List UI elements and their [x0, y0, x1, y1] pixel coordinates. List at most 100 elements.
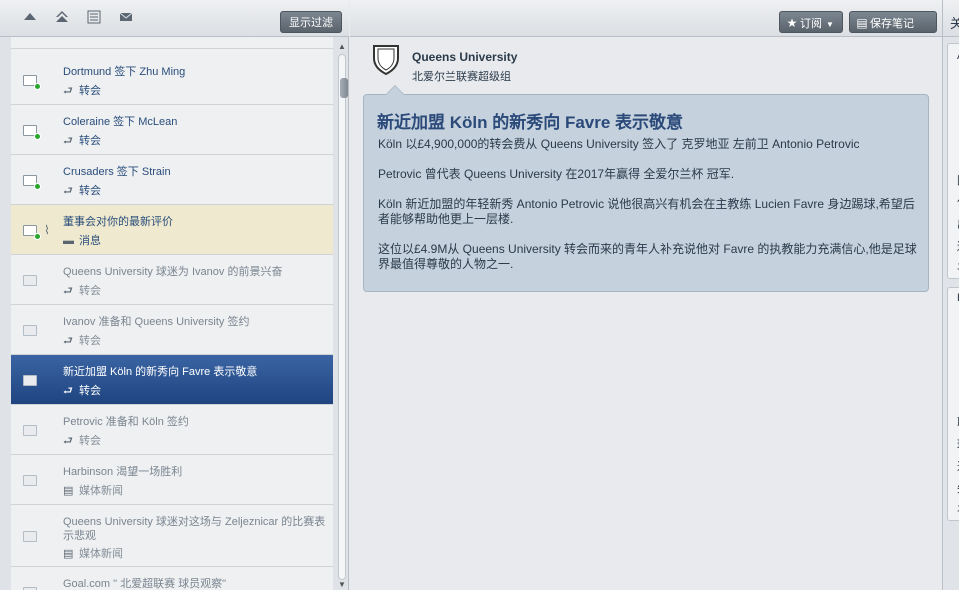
club-league[interactable]: 北爱尔兰联赛超级组 [412, 68, 511, 84]
show-filter-button[interactable]: 显示过滤 [280, 11, 342, 33]
transfer-icon: ⮐ [63, 435, 73, 447]
read-envelope-icon [23, 425, 37, 436]
side-panel-header: 关 [943, 0, 959, 37]
unread-envelope-icon [23, 225, 41, 240]
note-icon: ▤ [856, 16, 868, 30]
unread-envelope-icon [23, 125, 41, 140]
message-category: ⮐ 转会 [63, 432, 101, 451]
message-category-label: 消息 [79, 235, 101, 247]
transfer-icon: ⮐ [63, 385, 73, 397]
newspaper-icon: ▤ [63, 548, 74, 560]
message-icon: ▬ [63, 235, 74, 247]
new-indicator-dot [34, 83, 41, 90]
save-note-button[interactable]: ▤ 保存笔记 [849, 11, 937, 33]
subscribe-button[interactable]: ★ 订阅 ▼ [779, 11, 843, 33]
read-envelope-icon [23, 475, 37, 486]
message-row[interactable]: Ivanov 准备和 Queens University 签约 ⮐ 转会 [11, 305, 333, 355]
unread-envelope-icon [23, 175, 41, 190]
news-paragraph: Petrovic 曾代表 Queens University 在2017年赢得 … [378, 167, 735, 181]
news-paragraph: 这位以£4.9M从 Queens University 转会而来的青年人补充说他… [378, 242, 917, 271]
message-category: ⮐ 转会 [63, 382, 101, 401]
paperclip-icon: ⌇ [44, 223, 50, 237]
message-category-label: 转会 [79, 285, 101, 297]
message-category: ⮐ 转会 [63, 82, 101, 101]
message-category: ▬ 消息 [63, 232, 101, 248]
side-panel-title: 关 [950, 13, 959, 32]
double-arrow-up-icon[interactable] [53, 10, 71, 28]
message-row[interactable]: 球队报告 [11, 37, 333, 49]
read-envelope-icon [23, 375, 37, 386]
transfer-icon: ⮐ [63, 185, 73, 197]
read-envelope-icon [23, 531, 37, 542]
arrow-up-icon[interactable] [21, 10, 39, 28]
message-category: ⮐ 转会 [63, 332, 101, 351]
message-category: ⮐ 转会 [63, 132, 101, 151]
message-category: ▤ 媒体新闻 [63, 482, 123, 498]
inbox-toolbar: 显示过滤 [0, 0, 349, 37]
new-indicator-dot [34, 233, 41, 240]
message-title: Queens University 球迷对这场与 Zeljeznicar 的比赛… [63, 516, 326, 542]
message-title: Petrovic 准备和 Köln 签约 [63, 416, 189, 428]
news-toolbar: ★ 订阅 ▼ ▤ 保存笔记 [350, 0, 942, 37]
scroll-thumb[interactable] [340, 78, 348, 98]
scroll-track[interactable] [338, 54, 348, 580]
message-title: Crusaders 签下 Strain [63, 166, 171, 178]
message-row[interactable]: Crusaders 签下 Strain ⮐ 转会 [11, 155, 333, 205]
news-paragraph: Köln 新近加盟的年轻新秀 Antonio Petrovic 说他很高兴有机会… [378, 197, 915, 226]
message-category-label: 媒体新闻 [79, 548, 123, 560]
read-envelope-icon [23, 275, 37, 286]
message-row[interactable]: Queens University 球迷对这场与 Zeljeznicar 的比赛… [11, 505, 333, 567]
news-headline: 新近加盟 Köln 的新秀向 Favre 表示敬意 [377, 113, 684, 132]
message-title: Dortmund 签下 Zhu Ming [63, 66, 186, 78]
message-row[interactable]: ⌇ 董事会对你的最新评价 ▬ 消息 [11, 205, 333, 255]
message-row[interactable]: Petrovic 准备和 Köln 签约 ⮐ 转会 [11, 405, 333, 455]
message-category-label: 转会 [79, 135, 101, 147]
message-row[interactable]: Coleraine 签下 McLean ⮐ 转会 [11, 105, 333, 155]
message-category-label: 转会 [79, 335, 101, 347]
message-category-label: 转会 [79, 435, 101, 447]
side-panel-card: K 联 球 进 失 平 [947, 287, 959, 521]
message-list-scrollbar[interactable]: ▲ ▼ [337, 42, 348, 590]
news-paragraph: Köln 以£4,900,000的转会费从 Queens University … [378, 137, 860, 151]
message-category-label: 媒体新闻 [79, 485, 123, 497]
message-row[interactable]: 新近加盟 Köln 的新秀向 Favre 表示敬意 ⮐ 转会 [11, 355, 333, 405]
subscribe-label: 订阅 [800, 18, 822, 30]
card-notch-inner [386, 86, 404, 95]
message-row[interactable]: Goal.com " 北爱超联赛 球员观察" [11, 567, 333, 590]
message-title: Queens University 球迷为 Ivanov 的前景兴奋 [63, 266, 283, 278]
side-info-panel: 关 A 国 位 出 迷 平 K 联 球 进 失 平 [942, 0, 959, 590]
message-category: ⮐ 转会 [63, 182, 101, 201]
save-note-label: 保存笔记 [870, 18, 914, 30]
message-row[interactable]: Dortmund 签下 Zhu Ming ⮐ 转会 [11, 55, 333, 105]
message-title: Harbinson 渴望一场胜利 [63, 466, 183, 478]
star-icon: ★ [786, 16, 798, 30]
message-category: ▤ 媒体新闻 [63, 545, 123, 561]
newspaper-icon: ▤ [63, 485, 74, 497]
read-envelope-icon [23, 325, 37, 336]
scroll-up-arrow-icon[interactable]: ▲ [337, 42, 347, 52]
message-row[interactable]: Queens University 球迷为 Ivanov 的前景兴奋 ⮐ 转会 [11, 255, 333, 305]
message-panel: 显示过滤 球队报告Dortmund 签下 Zhu Ming⮐转会Colerain… [0, 0, 349, 590]
message-title: Coleraine 签下 McLean [63, 116, 178, 128]
side-panel-card: A 国 位 出 迷 平 [947, 43, 959, 279]
message-list: 球队报告Dortmund 签下 Zhu Ming⮐转会Coleraine 签下 … [11, 37, 333, 590]
transfer-icon: ⮐ [63, 135, 73, 147]
unread-envelope-icon [23, 75, 41, 90]
transfer-icon: ⮐ [63, 285, 73, 297]
message-row[interactable]: Harbinson 渴望一场胜利 ▤ 媒体新闻 [11, 455, 333, 505]
message-category-label: 转会 [79, 385, 101, 397]
message-category: ⮐ 转会 [63, 282, 101, 301]
message-title: Goal.com " 北爱超联赛 球员观察" [63, 578, 227, 590]
message-title: 新近加盟 Köln 的新秀向 Favre 表示敬意 [63, 366, 258, 378]
message-category-label: 转会 [79, 185, 101, 197]
new-indicator-dot [34, 183, 41, 190]
envelope-icon[interactable] [117, 10, 135, 28]
message-title: 董事会对你的最新评价 [63, 216, 173, 228]
club-name[interactable]: Queens University [412, 50, 517, 64]
news-panel: ★ 订阅 ▼ ▤ 保存笔记 Queens University 北爱尔兰联赛超级组 新… [350, 0, 942, 590]
list-icon[interactable] [85, 10, 103, 28]
club-shield-icon[interactable] [372, 44, 400, 76]
transfer-icon: ⮐ [63, 85, 73, 97]
scroll-down-arrow-icon[interactable]: ▼ [337, 580, 347, 590]
chevron-down-icon: ▼ [826, 20, 834, 29]
